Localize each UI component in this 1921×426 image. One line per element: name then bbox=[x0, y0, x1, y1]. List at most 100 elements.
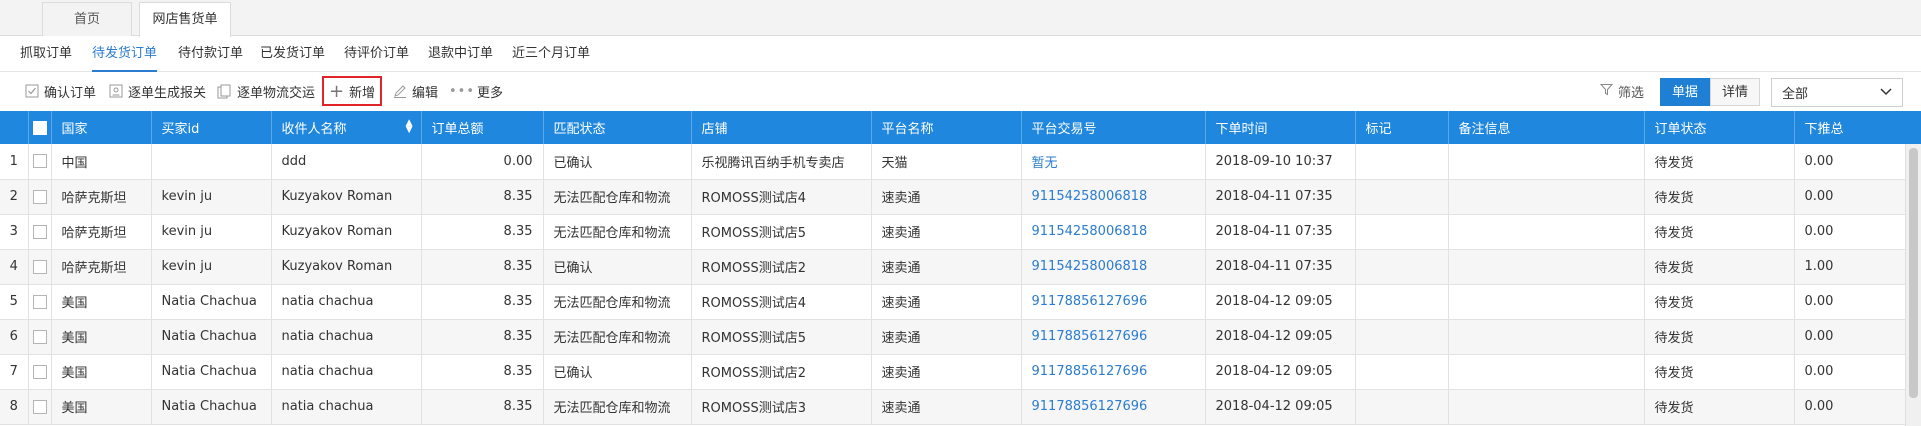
cell-note bbox=[1448, 354, 1645, 390]
cell-total: 8.35 bbox=[421, 389, 544, 425]
view-detail-button[interactable]: 详情 bbox=[1710, 78, 1761, 106]
cell-order-status: 待发货 bbox=[1644, 214, 1795, 250]
row-checkbox[interactable] bbox=[28, 319, 52, 355]
plus-icon: + bbox=[328, 80, 345, 102]
cell-mark bbox=[1355, 144, 1449, 180]
add-button[interactable]: + 新增 bbox=[322, 76, 383, 106]
logistics-ship-button[interactable]: 逐单物流交运 bbox=[217, 77, 315, 105]
col-trade-no[interactable]: 平台交易号 bbox=[1021, 111, 1206, 144]
col-order-time[interactable]: 下单时间 bbox=[1205, 111, 1356, 144]
checkbox-icon bbox=[32, 399, 47, 414]
cell-trade-no[interactable]: 91178856127696 bbox=[1021, 284, 1206, 320]
tab-shipped[interactable]: 已发货订单 bbox=[260, 36, 325, 72]
table-row[interactable]: 8 美国 Natia Chachua natia chachua 8.35 无法匹配仓库和… bbox=[0, 389, 1921, 425]
col-total[interactable]: 订单总额 bbox=[421, 111, 544, 144]
trade-no-link[interactable]: 91178856127696 bbox=[1032, 329, 1148, 344]
row-checkbox[interactable] bbox=[28, 389, 52, 425]
tab-last-three-months[interactable]: 近三个月订单 bbox=[512, 36, 590, 72]
checkbox-icon bbox=[24, 84, 39, 99]
row-checkbox[interactable] bbox=[28, 249, 52, 285]
table-row[interactable]: 2 哈萨克斯坦 kevin ju Kuzyakov Roman 8.35 无法匹配仓库和物… bbox=[0, 179, 1921, 215]
view-single-button[interactable]: 单据 bbox=[1660, 78, 1711, 106]
cell-total: 8.35 bbox=[421, 354, 544, 390]
col-note[interactable]: 备注信息 bbox=[1448, 111, 1645, 144]
col-country[interactable]: 国家 bbox=[51, 111, 152, 144]
col-buyer-id[interactable]: 买家id bbox=[151, 111, 272, 144]
col-shop[interactable]: 店铺 bbox=[691, 111, 872, 144]
trade-no-link[interactable]: 91154258006818 bbox=[1032, 189, 1148, 204]
edit-label: 编辑 bbox=[412, 85, 439, 101]
scrollbar-thumb[interactable] bbox=[1909, 148, 1918, 398]
col-order-status[interactable]: 订单状态 bbox=[1644, 111, 1795, 144]
select-all-checkbox[interactable] bbox=[28, 111, 52, 144]
table-row[interactable]: 6 美国 Natia Chachua natia chachua 8.35 无法匹配仓库和… bbox=[0, 319, 1921, 355]
table-row[interactable]: 3 哈萨克斯坦 kevin ju Kuzyakov Roman 8.35 无法匹配仓库和物… bbox=[0, 214, 1921, 250]
cell-shop: ROMOSS测试店2 bbox=[691, 354, 872, 390]
tab-fetch-orders[interactable]: 抓取订单 bbox=[20, 36, 72, 72]
table-row[interactable]: 1 中国 ddd 0.00 已确认 乐视腾讯百纳手机专卖店 天猫 暂无 2018-09-10 1… bbox=[0, 144, 1921, 180]
row-checkbox[interactable] bbox=[28, 284, 52, 320]
trade-no-link[interactable]: 91178856127696 bbox=[1032, 364, 1148, 379]
filter-button[interactable]: 筛选 bbox=[1599, 77, 1644, 105]
trade-no-link[interactable]: 91178856127696 bbox=[1032, 294, 1148, 309]
row-index: 5 bbox=[0, 284, 29, 320]
cell-mark bbox=[1355, 319, 1449, 355]
cell-platform: 速卖通 bbox=[871, 179, 1022, 215]
cell-match-status: 无法匹配仓库和物流 bbox=[543, 284, 692, 320]
cell-trade-no[interactable]: 91178856127696 bbox=[1021, 354, 1206, 390]
cell-trade-no[interactable]: 91154258006818 bbox=[1021, 214, 1206, 250]
edit-button[interactable]: 编辑 bbox=[392, 77, 438, 105]
order-status-tabs: 抓取订单 待发货订单 待付款订单 已发货订单 待评价订单 退款中订单 近三个月订… bbox=[0, 36, 1921, 72]
row-checkbox[interactable] bbox=[28, 214, 52, 250]
cell-pushed-total: 0.00 bbox=[1794, 284, 1921, 320]
cell-mark bbox=[1355, 354, 1449, 390]
col-match-status[interactable]: 匹配状态 bbox=[543, 111, 692, 144]
confirm-order-button[interactable]: 确认订单 bbox=[24, 77, 96, 105]
more-button[interactable]: ••• 更多 bbox=[449, 77, 503, 105]
row-checkbox[interactable] bbox=[28, 354, 52, 390]
vertical-scrollbar[interactable] bbox=[1905, 144, 1921, 426]
table-row[interactable]: 5 美国 Natia Chachua natia chachua 8.35 无法匹配仓库和… bbox=[0, 284, 1921, 320]
cell-order-time: 2018-04-12 09:05 bbox=[1205, 319, 1356, 355]
cell-order-status: 待发货 bbox=[1644, 144, 1795, 180]
row-index: 7 bbox=[0, 354, 29, 390]
col-recipient[interactable]: 收件人名称 ▲ ▼ bbox=[271, 111, 422, 144]
cell-country: 哈萨克斯坦 bbox=[51, 179, 152, 215]
tab-home[interactable]: 首页 bbox=[42, 2, 132, 36]
row-checkbox[interactable] bbox=[28, 144, 52, 180]
trade-no-link[interactable]: 暂无 bbox=[1032, 156, 1058, 171]
cell-trade-no[interactable]: 91178856127696 bbox=[1021, 319, 1206, 355]
status-select[interactable]: 全部 bbox=[1771, 78, 1903, 107]
tab-pending-payment[interactable]: 待付款订单 bbox=[178, 36, 243, 72]
col-pushed-total[interactable]: 下推总 bbox=[1794, 111, 1921, 144]
cell-note bbox=[1448, 319, 1645, 355]
cell-trade-no[interactable]: 91154258006818 bbox=[1021, 249, 1206, 285]
table-row[interactable]: 4 哈萨克斯坦 kevin ju Kuzyakov Roman 8.35 已确认 ROMOS… bbox=[0, 249, 1921, 285]
tab-pending-shipment[interactable]: 待发货订单 bbox=[92, 36, 158, 72]
trade-no-link[interactable]: 91154258006818 bbox=[1032, 224, 1148, 239]
more-dots-icon: ••• bbox=[449, 83, 476, 99]
cell-country: 美国 bbox=[51, 389, 152, 425]
trade-no-link[interactable]: 91178856127696 bbox=[1032, 399, 1148, 414]
tab-online-store-sales[interactable]: 网店售货单 bbox=[139, 2, 231, 37]
cell-trade-no[interactable]: 暂无 bbox=[1021, 144, 1206, 180]
tab-refunding[interactable]: 退款中订单 bbox=[428, 36, 493, 72]
col-platform[interactable]: 平台名称 bbox=[871, 111, 1022, 144]
cell-buyer-id: Natia Chachua bbox=[151, 319, 272, 355]
checkbox-icon bbox=[32, 294, 47, 309]
generate-customs-button[interactable]: 逐单生成报关 bbox=[108, 77, 206, 105]
cell-trade-no[interactable]: 91154258006818 bbox=[1021, 179, 1206, 215]
tab-pending-review[interactable]: 待评价订单 bbox=[344, 36, 409, 72]
chevron-down-icon bbox=[1880, 85, 1892, 100]
col-mark[interactable]: 标记 bbox=[1355, 111, 1449, 144]
trade-no-link[interactable]: 91154258006818 bbox=[1032, 259, 1148, 274]
cell-mark bbox=[1355, 214, 1449, 250]
row-checkbox[interactable] bbox=[28, 179, 52, 215]
sort-icon[interactable]: ▲ ▼ bbox=[406, 119, 413, 135]
cell-buyer-id: Natia Chachua bbox=[151, 354, 272, 390]
cell-platform: 速卖通 bbox=[871, 354, 1022, 390]
cell-trade-no[interactable]: 91178856127696 bbox=[1021, 389, 1206, 425]
table-row[interactable]: 7 美国 Natia Chachua natia chachua 8.35 已确认 ROMO… bbox=[0, 354, 1921, 390]
cell-match-status: 无法匹配仓库和物流 bbox=[543, 319, 692, 355]
logistics-ship-label: 逐单物流交运 bbox=[237, 85, 316, 101]
